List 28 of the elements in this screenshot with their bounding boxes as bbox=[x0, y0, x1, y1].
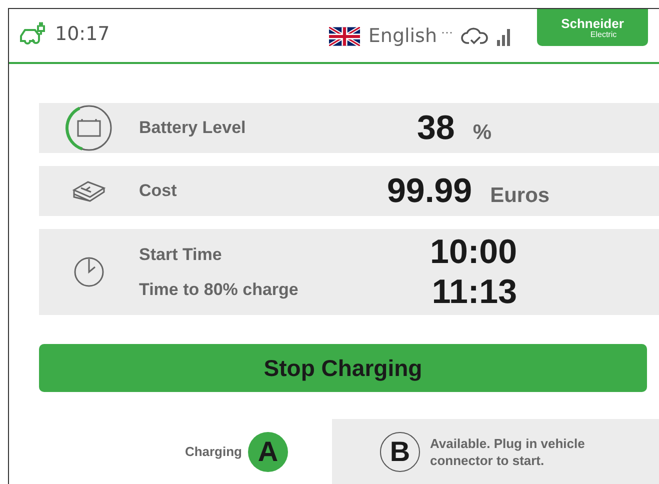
metric-unit: Euros bbox=[490, 184, 550, 208]
ev-charger-icon bbox=[19, 22, 47, 46]
metric-label: Start Time bbox=[139, 244, 223, 264]
connector-status: Charging bbox=[184, 443, 242, 460]
language-selector[interactable]: English bbox=[368, 25, 437, 47]
stop-charging-button[interactable]: Stop Charging bbox=[39, 344, 647, 392]
metric-value: 99.99 bbox=[387, 172, 472, 210]
metric-label: Battery Level bbox=[139, 118, 246, 138]
metric-value: 11:13 bbox=[432, 272, 517, 312]
connector-badge: A bbox=[248, 432, 288, 472]
money-icon bbox=[72, 180, 106, 202]
cloud-check-icon bbox=[461, 26, 489, 46]
connector-panel[interactable]: Charging A bbox=[9, 419, 332, 484]
clock-icon bbox=[73, 256, 105, 288]
metric-label: Time to 80% charge bbox=[139, 280, 298, 300]
signal-icon bbox=[497, 26, 511, 46]
metric-unit: % bbox=[472, 120, 492, 144]
metric-value: 38 bbox=[417, 108, 455, 148]
connector-status: Available. Plug in vehicle connector to start. bbox=[430, 434, 586, 468]
connector-panel[interactable]: B Available. Plug in vehicle connector to start. bbox=[332, 419, 659, 484]
battery-icon bbox=[77, 118, 101, 137]
connector-badge: B bbox=[380, 432, 420, 472]
flag-icon bbox=[329, 26, 360, 46]
more-options[interactable]: ··· bbox=[441, 25, 453, 39]
metric-label: Cost bbox=[139, 181, 177, 201]
metric-value: 10:00 bbox=[430, 232, 517, 272]
brand-logo: Schneider Electric bbox=[537, 9, 648, 46]
clock-time: 10:17 bbox=[55, 23, 110, 45]
